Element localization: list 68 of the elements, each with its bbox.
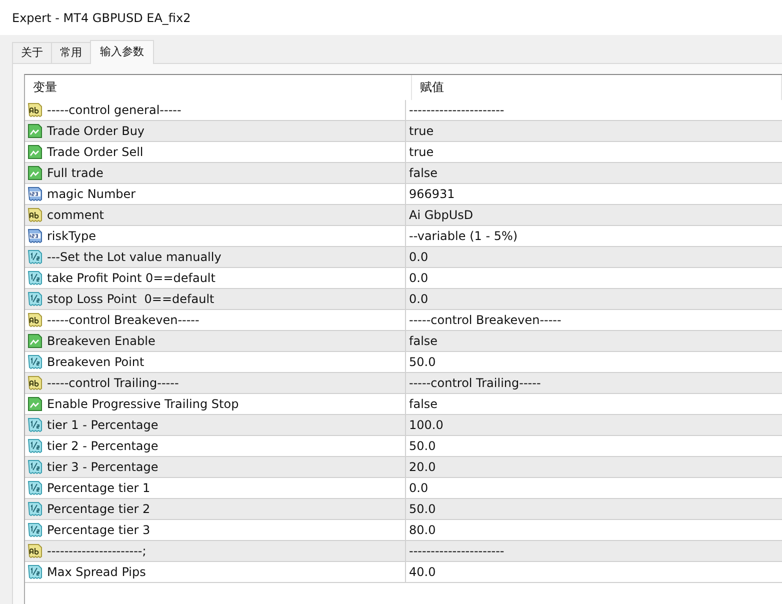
parameter-name: tier 1 - Percentage (47, 418, 158, 432)
parameter-value[interactable]: false (409, 397, 438, 411)
parameter-value[interactable]: --variable (1 - 5%) (409, 229, 518, 243)
parameter-name: magic Number (47, 187, 136, 201)
parameter-name: comment (47, 208, 104, 222)
parameter-value[interactable]: ---------------------- (409, 103, 504, 117)
parameter-name: Percentage tier 3 (47, 523, 150, 537)
text-type-icon (27, 375, 43, 391)
parameter-name: riskType (47, 229, 96, 243)
parameter-name: Trade Order Buy (47, 124, 145, 138)
parameter-name: stop Loss Point 0==default (47, 292, 214, 306)
fraction-type-icon (27, 270, 43, 286)
parameter-value[interactable]: 50.0 (409, 355, 436, 369)
parameter-name: Percentage tier 1 (47, 481, 150, 495)
fraction-type-icon (27, 417, 43, 433)
boolean-type-icon (27, 123, 43, 139)
parameter-value[interactable]: -----control Trailing----- (409, 376, 541, 390)
window-title: Expert - MT4 GBPUSD EA_fix2 (12, 10, 191, 24)
parameter-value[interactable]: 0.0 (409, 481, 428, 495)
parameter-value[interactable]: 40.0 (409, 565, 436, 579)
fraction-type-icon (27, 249, 43, 265)
parameter-name: -----control Trailing----- (47, 376, 179, 390)
parameter-value[interactable]: 50.0 (409, 502, 436, 516)
fraction-type-icon (27, 501, 43, 517)
parameter-name: Max Spread Pips (47, 565, 146, 579)
parameter-name: Percentage tier 2 (47, 502, 150, 516)
parameter-name: Full trade (47, 166, 104, 180)
parameter-name: take Profit Point 0==default (47, 271, 216, 285)
parameter-value[interactable]: 966931 (409, 187, 455, 201)
fraction-type-icon (27, 291, 43, 307)
parameter-name: tier 2 - Percentage (47, 439, 158, 453)
parameter-value[interactable]: 0.0 (409, 250, 428, 264)
parameter-name: ----------------------; (47, 544, 146, 558)
parameter-name: -----control Breakeven----- (47, 313, 200, 327)
parameter-value[interactable]: 0.0 (409, 271, 428, 285)
parameter-name: ---Set the Lot value manually (47, 250, 222, 264)
parameter-value[interactable]: -----control Breakeven----- (409, 313, 562, 327)
parameter-name: -----control general----- (47, 103, 182, 117)
parameter-value[interactable]: Ai GbpUsD (409, 208, 474, 222)
parameter-name: Breakeven Enable (47, 334, 156, 348)
boolean-type-icon (27, 333, 43, 349)
fraction-type-icon (27, 480, 43, 496)
text-type-icon (27, 102, 43, 118)
text-type-icon (27, 312, 43, 328)
boolean-type-icon (27, 165, 43, 181)
fraction-type-icon (27, 438, 43, 454)
tab[interactable]: 输入参数 (90, 40, 154, 64)
parameter-value[interactable]: 50.0 (409, 439, 436, 453)
parameter-value[interactable]: 100.0 (409, 418, 444, 432)
tab[interactable]: 关于 (12, 42, 52, 63)
parameter-value[interactable]: false (409, 334, 438, 348)
parameter-value[interactable]: 0.0 (409, 292, 428, 306)
text-type-icon (27, 543, 43, 559)
parameter-name: Breakeven Point (47, 355, 144, 369)
parameter-name: tier 3 - Percentage (47, 460, 158, 474)
fraction-type-icon (27, 459, 43, 475)
parameter-value[interactable]: 80.0 (409, 523, 436, 537)
parameter-name: Trade Order Sell (47, 145, 144, 159)
parameter-name: Enable Progressive Trailing Stop (47, 397, 239, 411)
fraction-type-icon (27, 522, 43, 538)
text-type-icon (27, 207, 43, 223)
fraction-type-icon (27, 354, 43, 370)
parameter-value[interactable]: false (409, 166, 438, 180)
parameter-value[interactable]: true (409, 145, 434, 159)
parameter-value[interactable]: ---------------------- (409, 544, 504, 558)
parameter-value[interactable]: 20.0 (409, 460, 436, 474)
parameter-value[interactable]: true (409, 124, 434, 138)
fraction-type-icon (27, 564, 43, 580)
